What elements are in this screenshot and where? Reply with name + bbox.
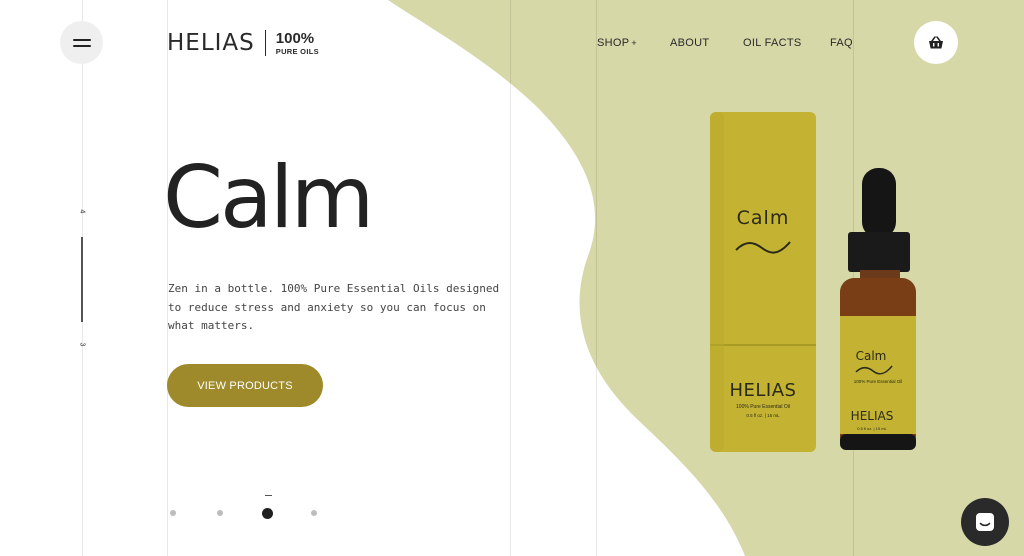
slider-dot-2[interactable]: [217, 510, 223, 516]
bottle-base: [840, 434, 916, 450]
nav-shop[interactable]: SHOP +: [597, 37, 637, 49]
nav-shop-label: SHOP: [597, 37, 630, 49]
bottle-brand: HELIAS: [851, 409, 894, 423]
tube-body: [710, 112, 816, 452]
nav-faq-label: FAQ: [830, 37, 853, 49]
nav-faq[interactable]: FAQ: [830, 37, 853, 49]
chat-button[interactable]: [961, 498, 1009, 546]
logo-wordmark: HELIAS: [167, 30, 255, 56]
slide-number-next: 4: [78, 209, 86, 214]
logo-divider: [264, 30, 266, 56]
slider-dot-4[interactable]: [311, 510, 317, 516]
slider-dot-1[interactable]: [170, 510, 176, 516]
basket-icon: [929, 35, 943, 48]
hero-description: Zen in a bottle. 100% Pure Essential Oil…: [168, 282, 500, 332]
guide-line: [596, 0, 597, 556]
nav-oil-facts-label: OIL FACTS: [743, 37, 802, 49]
chat-icon: [976, 513, 994, 531]
product-image: Calm HELIAS 100% Pure Essential Oil 0.5 …: [690, 100, 950, 460]
brand-logo[interactable]: HELIAS 100% PURE OILS: [167, 30, 319, 56]
tube-shade: [710, 112, 724, 452]
tube-size: 0.5 fl oz. | 15 mL: [746, 413, 780, 418]
tube-lid-seam: [710, 344, 816, 346]
hamburger-icon: [72, 38, 91, 41]
logo-badge: 100% PURE OILS: [276, 31, 319, 56]
tube-subtitle: 100% Pure Essential Oil: [736, 404, 790, 410]
menu-button[interactable]: [60, 21, 103, 64]
slider-dot-3[interactable]: [262, 508, 273, 519]
nav-about[interactable]: ABOUT: [670, 37, 709, 49]
cart-button[interactable]: [914, 21, 958, 64]
tube-brand: HELIAS: [730, 380, 797, 401]
guide-line: [167, 0, 168, 556]
dropper-collar: [848, 232, 910, 272]
view-products-button[interactable]: VIEW PRODUCTS: [167, 364, 323, 407]
tube-label: Calm: [737, 207, 790, 229]
nav-oil-facts[interactable]: OIL FACTS: [743, 37, 802, 49]
hero-title: Calm: [163, 148, 374, 248]
product-illustration: Calm HELIAS 100% Pure Essential Oil 0.5 …: [710, 112, 916, 452]
hamburger-icon-line: [72, 44, 91, 47]
bottle-label: Calm: [856, 349, 887, 363]
plus-icon: +: [631, 38, 637, 48]
nav-about-label: ABOUT: [670, 37, 710, 49]
logo-badge-text: PURE OILS: [275, 46, 319, 56]
dropper-bulb: [862, 168, 896, 238]
logo-badge-percent: 100%: [275, 29, 315, 47]
bottle-size: 0.5 fl oz. | 15 mL: [857, 426, 887, 431]
slide-number-current: 3: [78, 342, 86, 347]
active-dot-marker: [265, 495, 272, 496]
guide-line: [510, 0, 511, 556]
slide-progress-bar: [81, 237, 83, 322]
bottle-subtitle: 100% Pure Essential Oil: [854, 379, 903, 384]
